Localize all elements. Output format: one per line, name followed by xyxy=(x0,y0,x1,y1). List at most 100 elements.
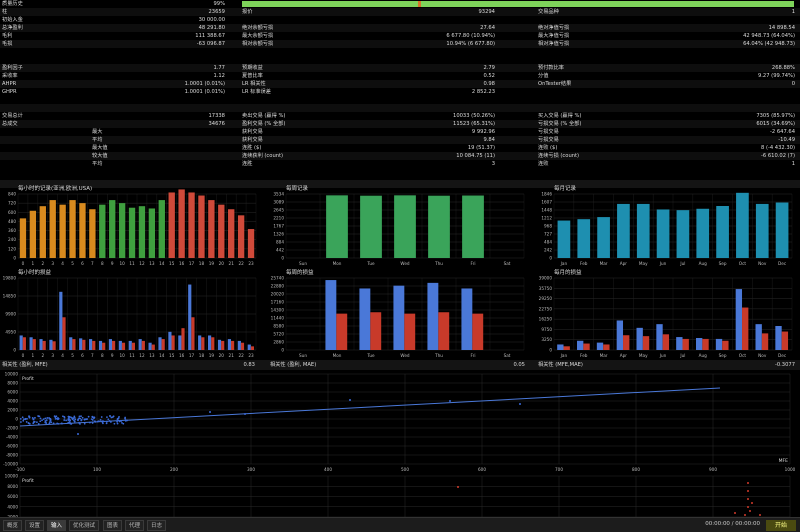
x-tick-label: Wed xyxy=(400,261,409,266)
stat-label: 连续获利 (count) xyxy=(242,153,284,159)
stat-value: 9.27 (99.74%) xyxy=(757,73,795,79)
scatter-point xyxy=(86,418,89,420)
stat-value: 14 898.54 xyxy=(768,25,795,31)
x-tick-label: Tue xyxy=(366,261,375,266)
scatter-point xyxy=(22,418,25,421)
scatter-point xyxy=(39,420,42,423)
scatter-point xyxy=(91,422,94,424)
stat-label: 较大值 xyxy=(92,153,108,159)
bar xyxy=(761,333,769,350)
bar xyxy=(32,339,36,350)
bar-chart: 每周记录3534 3089 2645 2210 1767 1326 884 442 0 Sun Mo… xyxy=(273,184,525,266)
bar xyxy=(736,192,749,258)
tab-6[interactable]: 日志 xyxy=(147,520,167,531)
scatter-point xyxy=(73,420,76,423)
x-tick-label: 11 xyxy=(129,353,135,358)
stat-label: 最大值 xyxy=(92,145,108,151)
bar xyxy=(49,200,56,258)
scatter-point xyxy=(113,422,116,425)
stat-value xyxy=(150,56,225,64)
x-tick-label: 18 xyxy=(199,261,205,266)
chart-title: 每周记录 xyxy=(286,184,309,192)
stat-value: 17338 xyxy=(208,113,225,119)
tab-4[interactable]: 图表 xyxy=(103,520,123,531)
x-tick-label: Fri xyxy=(471,261,476,266)
stat-label: 采收率 xyxy=(2,73,18,79)
bar xyxy=(755,324,762,350)
x-tick-label: 100 xyxy=(93,467,101,472)
mae-scatter-chart: 100008000600040002000Profit xyxy=(5,474,791,517)
stat-value: 23659 xyxy=(208,9,225,15)
bar xyxy=(19,218,27,258)
bar xyxy=(642,336,650,350)
stat-label: 买入交易 (赢得 %) xyxy=(538,113,582,119)
chart-title: 每小时的损益 xyxy=(18,268,52,276)
tab-2[interactable]: 输入 xyxy=(47,520,67,531)
x-tick-label: Aug xyxy=(699,353,708,358)
bar xyxy=(79,338,83,350)
stat-label: 预付款比率 xyxy=(538,65,564,71)
stat-value: 11523 (65.31%) xyxy=(453,121,495,127)
bar xyxy=(742,307,749,350)
bar xyxy=(198,335,202,350)
x-tick-label: Aug xyxy=(699,261,708,266)
stat-label: 交易总计 xyxy=(2,113,23,119)
scatter-point xyxy=(21,416,24,419)
tab-5[interactable]: 代理 xyxy=(125,520,145,531)
x-tick-label: Jun xyxy=(659,353,667,358)
x-tick-label: 1000 xyxy=(785,467,796,472)
stat-value xyxy=(720,88,795,96)
y-tick-label: 840 xyxy=(8,192,16,197)
x-tick-label: Thu xyxy=(434,353,443,358)
tab-3[interactable]: 优化测试 xyxy=(69,520,100,531)
scatter-point xyxy=(93,416,96,419)
x-tick-label: 19 xyxy=(209,261,215,266)
bar xyxy=(394,195,416,258)
scatter-point xyxy=(70,423,73,425)
stat-value: -6 610.02 (7) xyxy=(761,153,795,159)
scatter-point xyxy=(42,418,45,421)
tab-1[interactable]: 设置 xyxy=(25,520,45,531)
scatter-point xyxy=(749,510,751,512)
y-tick-label: 19800 xyxy=(3,276,17,281)
bar xyxy=(138,339,142,350)
start-button[interactable]: 开始 xyxy=(766,520,796,531)
bar-chart: 每月记录1846 1607 1448 1212 968 727 484 242 0 Jan Feb M… xyxy=(541,184,793,266)
bar xyxy=(360,195,382,258)
y-tick-label: 4950 xyxy=(5,330,16,335)
scatter-point xyxy=(91,416,94,419)
stat-label: 盈利因子 xyxy=(2,65,23,71)
bar xyxy=(370,312,382,350)
x-tick-label: 22 xyxy=(238,353,244,358)
y-tick-label: 720 xyxy=(8,201,16,206)
scatter-point xyxy=(70,416,72,419)
bar xyxy=(208,200,215,258)
bar xyxy=(702,338,709,350)
bar xyxy=(722,340,729,350)
y-tick-label: 600 xyxy=(8,210,16,215)
bottom-tab-bar: 00:00:00 / 00:00:00 开始 概览 设置 输入 优化测试 图表 代理 日志 xyxy=(0,517,800,532)
stat-value xyxy=(720,56,795,64)
y-tick-label: 10000 xyxy=(5,474,19,479)
scatter-point xyxy=(117,419,120,422)
scatter-point xyxy=(118,415,120,418)
y-tick-label: 35750 xyxy=(539,286,553,291)
stat-value: 10033 (50.26%) xyxy=(453,113,495,119)
stats-row-band xyxy=(0,24,800,32)
x-tick-label: 2 xyxy=(41,261,44,266)
scatter-point xyxy=(124,419,127,422)
bar xyxy=(92,340,96,350)
stat-label: 亏损交易 xyxy=(538,137,559,143)
bar xyxy=(141,340,145,350)
scatter-point xyxy=(121,421,123,424)
scatter-point xyxy=(24,417,27,420)
stat-value: 2.79 xyxy=(483,65,495,71)
y-tick-label: 14300 xyxy=(271,308,285,313)
stat-label: 亏损交易 xyxy=(538,129,559,135)
stats-row-band xyxy=(0,64,800,72)
stat-value: 10.94% (6 677.80) xyxy=(446,41,495,47)
stat-value xyxy=(720,104,795,112)
stat-value xyxy=(410,16,495,24)
bar xyxy=(656,209,670,258)
tab-0[interactable]: 概览 xyxy=(3,520,23,531)
